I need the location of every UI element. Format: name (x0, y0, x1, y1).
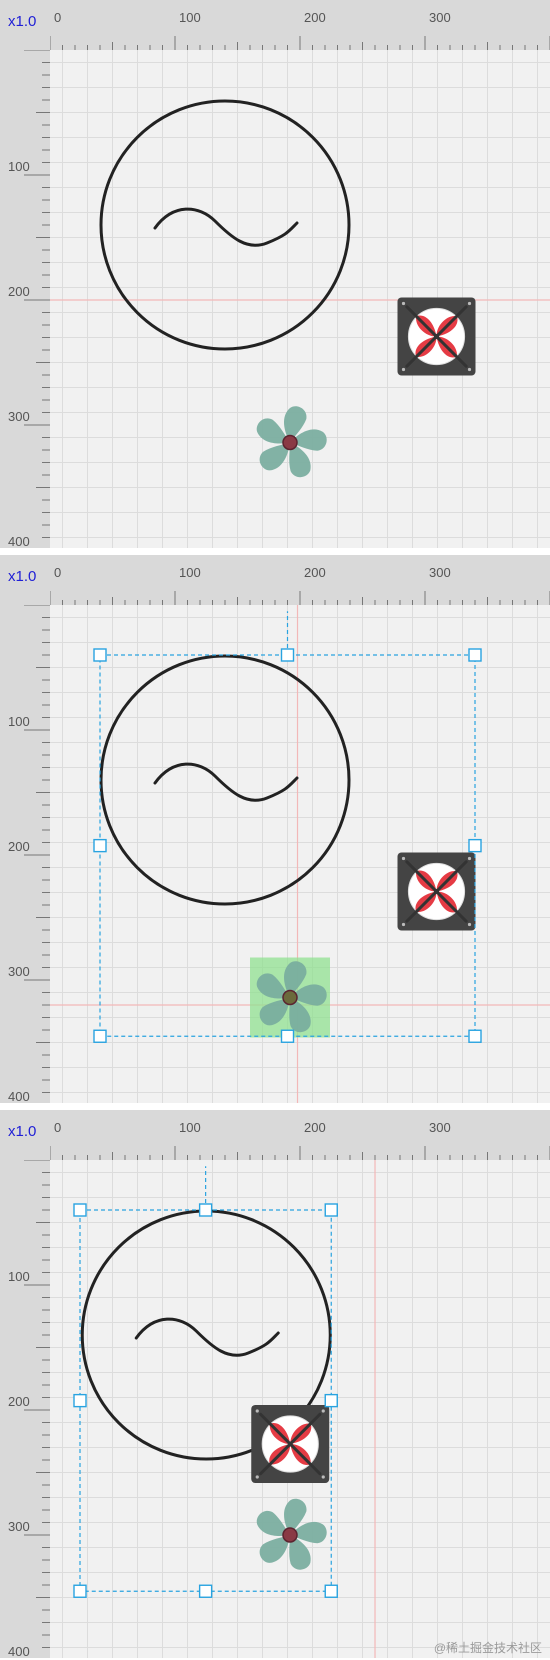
resize-handle[interactable] (280, 648, 295, 662)
resize-handle[interactable] (468, 838, 482, 853)
page: { "ruler": { "zoom_label": "x1.0", "x_la… (0, 0, 550, 1660)
exhaust-fan-hub (434, 889, 439, 894)
left-ruler: 0100200300400 (0, 589, 50, 1103)
panel-divider (0, 548, 550, 555)
top-ruler: 0100200300400 (0, 0, 550, 50)
resize-handle[interactable] (468, 1029, 482, 1043)
ruler-y-label: 200 (8, 839, 30, 854)
canvas-svg: 01002003004000100200300400x1.0 (0, 0, 550, 548)
frame-screw (401, 922, 406, 927)
resize-handle[interactable] (324, 1393, 338, 1408)
canvas-panel-1[interactable]: 01002003004000100200300400x1.0 (0, 0, 550, 548)
ruler-y-label: 300 (8, 964, 30, 979)
ruler-x-label: 300 (429, 565, 451, 580)
ruler-x-label: 0 (54, 1120, 61, 1135)
frame-screw (401, 301, 406, 306)
exhaust-fan-icon[interactable] (397, 852, 476, 931)
frame-screw (467, 301, 472, 306)
zoom-level-label[interactable]: x1.0 (8, 1123, 36, 1140)
top-ruler: 0100200300400 (0, 1110, 550, 1160)
ruler-x-label: 300 (429, 10, 451, 25)
fan-hub (282, 1527, 298, 1543)
ruler-y-label: 100 (8, 714, 30, 729)
ruler-x-label: 100 (179, 1120, 201, 1135)
frame-screw (467, 367, 472, 372)
ruler-y-label: 400 (8, 534, 30, 548)
fan-hub (282, 989, 298, 1006)
ruler-y-label: 200 (8, 284, 30, 299)
resize-handle[interactable] (93, 648, 107, 662)
ruler-x-label: 200 (304, 565, 326, 580)
left-ruler: 0100200300400 (0, 34, 50, 548)
resize-handle[interactable] (324, 1584, 338, 1598)
resize-handle[interactable] (198, 1584, 213, 1598)
frame-screw (401, 367, 406, 372)
canvas-panel-3[interactable]: 01002003004000100200300400x1.0 (0, 1110, 550, 1658)
canvas-svg: 01002003004000100200300400x1.0 (0, 555, 550, 1103)
ruler-y-label: 100 (8, 1269, 30, 1284)
canvas-panel-2[interactable]: 01002003004000100200300400x1.0 (0, 555, 550, 1103)
resize-handle[interactable] (73, 1393, 87, 1408)
ruler-x-label: 0 (54, 565, 61, 580)
zoom-level-label[interactable]: x1.0 (8, 568, 36, 585)
ruler-x-label: 200 (304, 1120, 326, 1135)
resize-handle[interactable] (280, 1029, 295, 1043)
ruler-x-label: 100 (179, 565, 201, 580)
ruler-x-label: 0 (54, 10, 61, 25)
frame-screw (255, 1409, 259, 1413)
top-ruler: 0100200300400 (0, 555, 550, 605)
frame-screw (401, 856, 406, 861)
resize-handle[interactable] (73, 1584, 87, 1598)
resize-handle[interactable] (198, 1203, 213, 1217)
ruler-y-label: 300 (8, 1519, 30, 1534)
exhaust-fan-icon[interactable] (397, 297, 476, 376)
frame-screw (467, 922, 472, 927)
canvas-svg: 01002003004000100200300400x1.0 (0, 1110, 550, 1658)
ruler-y-label: 400 (8, 1644, 30, 1658)
fan-hub (282, 434, 298, 451)
top-ruler-bg (0, 555, 550, 605)
ruler-x-label: 300 (429, 1120, 451, 1135)
exhaust-fan-hub (287, 1441, 293, 1447)
ruler-x-label: 200 (304, 10, 326, 25)
top-ruler-bg (0, 1110, 550, 1160)
ruler-y-label: 200 (8, 1394, 30, 1409)
frame-screw (255, 1475, 259, 1479)
ruler-y-label: 300 (8, 409, 30, 424)
ruler-x-label: 100 (179, 10, 201, 25)
resize-handle[interactable] (73, 1203, 87, 1217)
top-ruler-bg (0, 0, 550, 50)
panel-divider (0, 1103, 550, 1110)
exhaust-fan-icon[interactable] (251, 1405, 330, 1483)
fan-icon[interactable] (250, 957, 330, 1038)
zoom-level-label[interactable]: x1.0 (8, 13, 36, 30)
canvas-background (0, 1110, 550, 1658)
frame-screw (321, 1475, 325, 1479)
frame-screw (321, 1409, 325, 1413)
exhaust-fan-hub (434, 334, 439, 339)
ruler-y-label: 400 (8, 1089, 30, 1103)
left-ruler: 0100200300400 (0, 1144, 50, 1658)
resize-handle[interactable] (468, 648, 482, 662)
canvas-grid (0, 1110, 550, 1658)
resize-handle[interactable] (93, 1029, 107, 1043)
resize-handle[interactable] (93, 838, 107, 853)
watermark-text: @稀土掘金技术社区 (433, 1641, 542, 1655)
frame-screw (467, 856, 472, 861)
resize-handle[interactable] (324, 1203, 338, 1217)
ruler-y-label: 100 (8, 159, 30, 174)
